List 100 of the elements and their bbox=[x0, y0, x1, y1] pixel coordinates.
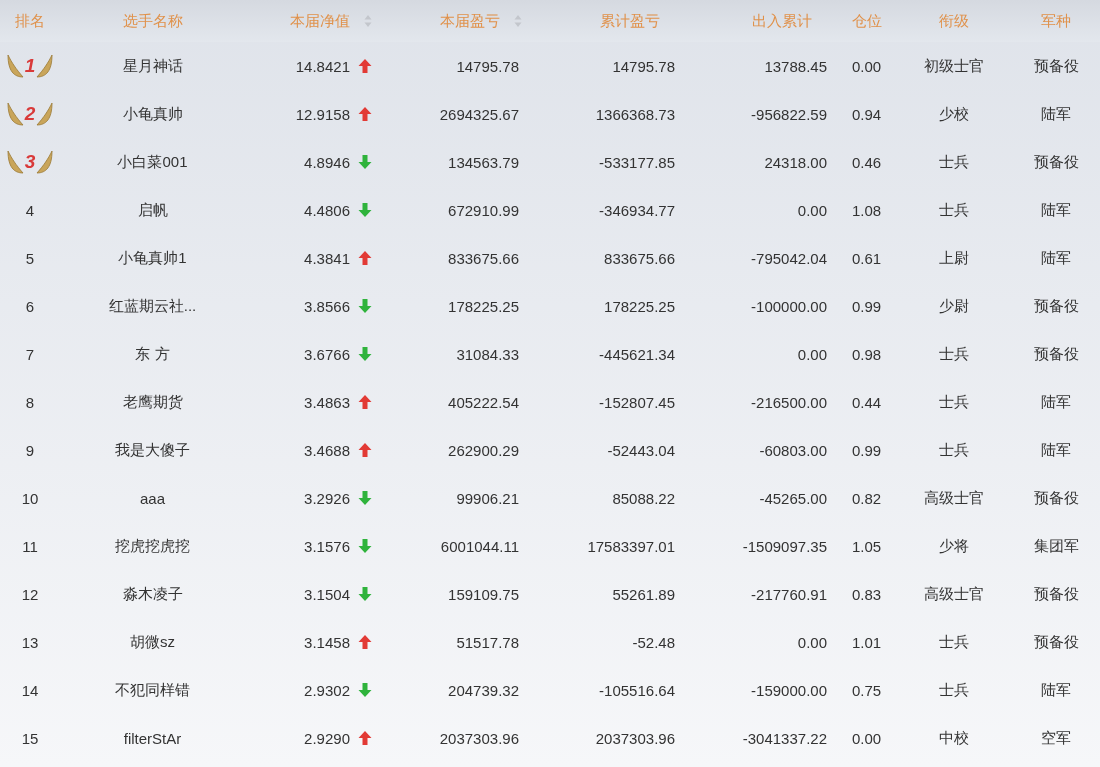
total-pnl: -152807.45 bbox=[599, 393, 675, 411]
column-header[interactable]: 本届盈亏 bbox=[440, 11, 500, 31]
in-out-total: 0.00 bbox=[797, 633, 827, 651]
period-pnl: 178225.25 bbox=[448, 297, 519, 315]
rank-number: 13 bbox=[21, 633, 39, 651]
column-header: 仓位 bbox=[851, 11, 882, 31]
net-value: 4.3841 bbox=[304, 249, 350, 267]
army-branch: 预备役 bbox=[1033, 584, 1079, 604]
player-name: 不犯同样错 bbox=[115, 680, 190, 700]
position-value: 0.83 bbox=[851, 585, 882, 603]
army-branch: 陆军 bbox=[1041, 392, 1071, 412]
rank-number: 14 bbox=[21, 681, 39, 699]
net-value: 4.8946 bbox=[304, 153, 350, 171]
total-pnl: -105516.64 bbox=[599, 681, 675, 699]
army-branch: 陆军 bbox=[1041, 200, 1071, 220]
player-name: 小龟真帅 bbox=[122, 104, 183, 124]
player-name: aaa bbox=[140, 489, 165, 507]
total-pnl: 17583397.01 bbox=[587, 537, 675, 555]
position-value: 0.75 bbox=[851, 681, 882, 699]
period-pnl: 14795.78 bbox=[456, 57, 519, 75]
total-pnl: -445621.34 bbox=[599, 345, 675, 363]
total-pnl: -533177.85 bbox=[599, 153, 675, 171]
rank-number: 11 bbox=[22, 537, 38, 555]
player-name: 胡微sz bbox=[130, 632, 175, 652]
rank-title: 中校 bbox=[938, 728, 969, 748]
sort-icon[interactable] bbox=[514, 14, 522, 28]
rank-number: 10 bbox=[21, 489, 39, 507]
in-out-total: -60803.00 bbox=[759, 441, 827, 459]
net-value: 12.9158 bbox=[295, 105, 350, 123]
army-branch: 陆军 bbox=[1041, 248, 1071, 268]
rank-title: 初级士官 bbox=[923, 56, 984, 76]
army-branch: 陆军 bbox=[1041, 440, 1071, 460]
net-value: 14.8421 bbox=[295, 57, 350, 75]
army-branch: 陆军 bbox=[1041, 680, 1071, 700]
in-out-total: 13788.45 bbox=[764, 57, 827, 75]
in-out-total: 24318.00 bbox=[764, 153, 827, 171]
column-header[interactable]: 本届净值 bbox=[290, 11, 350, 31]
in-out-total: -956822.59 bbox=[751, 105, 827, 123]
net-value: 3.8566 bbox=[304, 297, 350, 315]
wing-icon bbox=[36, 101, 55, 127]
army-branch: 预备役 bbox=[1033, 632, 1079, 652]
period-pnl: 6001044.11 bbox=[440, 537, 519, 555]
army-branch: 预备役 bbox=[1033, 488, 1079, 508]
wing-icon bbox=[5, 53, 24, 79]
rank-number: 12 bbox=[21, 585, 39, 603]
in-out-total: -1509097.35 bbox=[742, 537, 827, 555]
position-value: 0.99 bbox=[851, 441, 882, 459]
player-name: 挖虎挖虎挖 bbox=[115, 536, 190, 556]
player-name: 东 方 bbox=[135, 344, 170, 364]
position-value: 0.99 bbox=[851, 297, 882, 315]
wing-icon bbox=[5, 149, 24, 175]
position-value: 0.98 bbox=[851, 345, 882, 363]
total-pnl: 55261.89 bbox=[612, 585, 675, 603]
player-name: 老鹰期货 bbox=[122, 392, 183, 412]
position-value: 0.61 bbox=[851, 249, 882, 267]
in-out-total: -216500.00 bbox=[751, 393, 827, 411]
in-out-total: 0.00 bbox=[797, 201, 827, 219]
army-branch: 预备役 bbox=[1033, 56, 1079, 76]
total-pnl: 178225.25 bbox=[604, 297, 675, 315]
rank-number: 6 bbox=[25, 297, 35, 315]
net-value: 3.4863 bbox=[304, 393, 350, 411]
period-pnl: 262900.29 bbox=[448, 441, 519, 459]
position-value: 0.46 bbox=[851, 153, 882, 171]
total-pnl: -52443.04 bbox=[607, 441, 675, 459]
net-value: 2.9290 bbox=[304, 729, 350, 747]
position-value: 0.94 bbox=[851, 105, 882, 123]
position-value: 0.44 bbox=[851, 393, 882, 411]
army-branch: 陆军 bbox=[1041, 104, 1071, 124]
sort-icon[interactable] bbox=[364, 14, 372, 28]
period-pnl: 2694325.67 bbox=[439, 105, 519, 123]
rank-title: 士兵 bbox=[938, 200, 969, 220]
player-name: 我是大傻子 bbox=[115, 440, 190, 460]
period-pnl: 31084.33 bbox=[456, 345, 519, 363]
rank-title: 士兵 bbox=[938, 344, 969, 364]
total-pnl: -346934.77 bbox=[599, 201, 675, 219]
column-header: 衔级 bbox=[938, 11, 969, 31]
in-out-total: -3041337.22 bbox=[742, 729, 827, 747]
rank-title: 士兵 bbox=[938, 392, 969, 412]
rank-number: 1 bbox=[24, 55, 36, 77]
wing-icon bbox=[36, 53, 55, 79]
column-header: 出入累计 bbox=[752, 11, 812, 31]
position-value: 0.00 bbox=[851, 57, 882, 75]
rank-number: 9 bbox=[25, 441, 35, 459]
period-pnl: 833675.66 bbox=[448, 249, 519, 267]
rank-number: 3 bbox=[24, 151, 36, 173]
period-pnl: 204739.32 bbox=[448, 681, 519, 699]
in-out-total: -795042.04 bbox=[751, 249, 827, 267]
in-out-total: 0.00 bbox=[797, 345, 827, 363]
rank-title: 上尉 bbox=[938, 248, 969, 268]
net-value: 3.1458 bbox=[304, 633, 350, 651]
rank-number: 4 bbox=[25, 201, 35, 219]
player-name: 启帆 bbox=[137, 200, 168, 220]
player-name: 淼木凌子 bbox=[122, 584, 183, 604]
column-header: 选手名称 bbox=[122, 11, 183, 31]
rank-number: 2 bbox=[24, 103, 36, 125]
in-out-total: -217760.91 bbox=[751, 585, 827, 603]
player-name: 红蓝期云社... bbox=[108, 296, 197, 316]
rank-title: 士兵 bbox=[938, 632, 969, 652]
rank-title: 少将 bbox=[938, 536, 969, 556]
net-value: 3.6766 bbox=[304, 345, 350, 363]
